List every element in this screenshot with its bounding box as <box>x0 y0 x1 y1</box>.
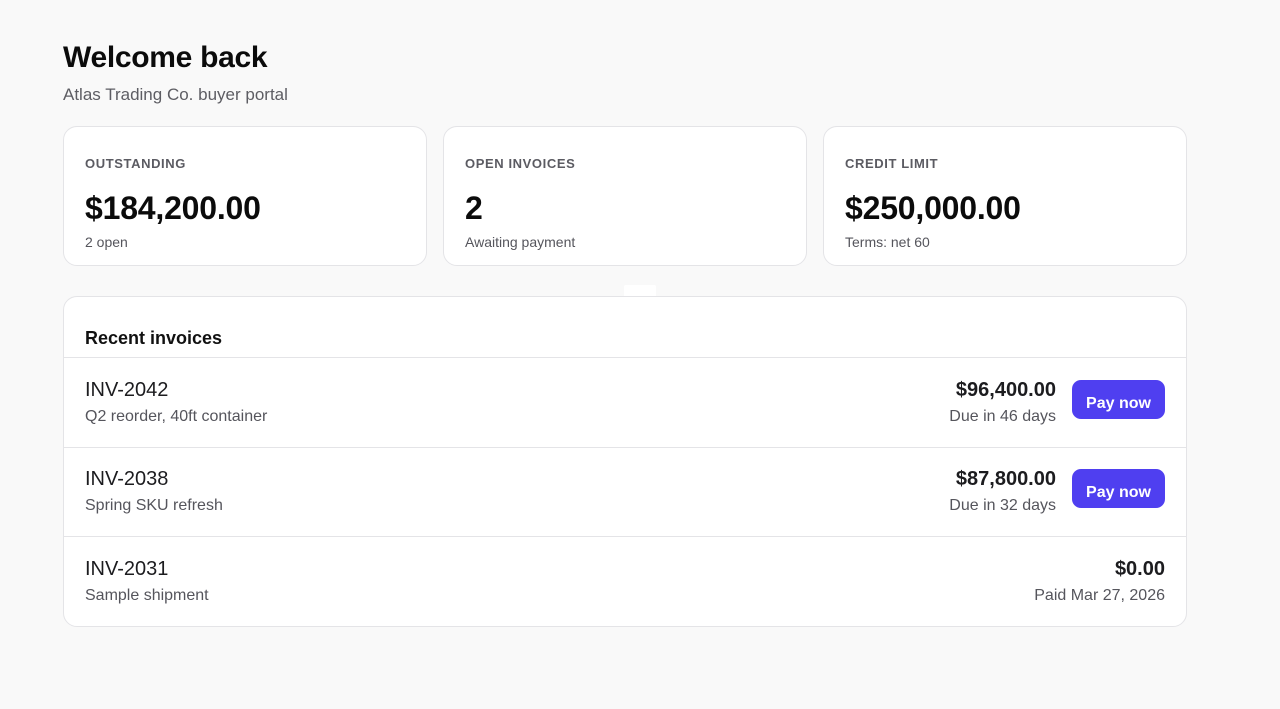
page-subtitle: Atlas Trading Co. buyer portal <box>63 85 288 104</box>
section-title: Recent invoices <box>64 297 1186 358</box>
stat-value: 2 <box>465 190 483 226</box>
stat-card-open-invoices: OPEN INVOICES 2 Awaiting payment <box>443 126 807 266</box>
stat-value: $184,200.00 <box>85 190 261 226</box>
invoice-id: INV-2031 <box>85 558 169 581</box>
invoice-description: Q2 reorder, 40ft container <box>85 407 268 425</box>
recent-invoices-card: Recent invoices INV-2042 Q2 reorder, 40f… <box>63 296 1187 627</box>
invoice-description: Sample shipment <box>85 587 209 605</box>
invoice-amount-block: $96,400.00 Due in 46 days <box>949 378 1056 427</box>
invoice-id: INV-2038 <box>85 468 169 491</box>
stat-subtext: Awaiting payment <box>465 234 576 250</box>
page-header: Welcome back Atlas Trading Co. buyer por… <box>63 40 288 106</box>
pay-now-button[interactable]: Pay now <box>1072 379 1165 419</box>
invoice-amount-block: $0.00 Paid Mar 27, 2026 <box>1034 557 1165 606</box>
stat-label: OPEN INVOICES <box>465 156 576 171</box>
stat-label: OUTSTANDING <box>85 156 186 171</box>
invoice-amount-block: $87,800.00 Due in 32 days <box>949 467 1056 516</box>
invoice-status: Due in 46 days <box>949 407 1056 425</box>
stat-subtext: Terms: net 60 <box>845 234 930 250</box>
invoice-amount: $87,800.00 <box>955 468 1056 491</box>
stat-subtext: 2 open <box>85 234 128 250</box>
page-title: Welcome back <box>63 41 268 74</box>
invoice-amount: $0.00 <box>1114 558 1165 581</box>
invoice-row: INV-2042 Q2 reorder, 40ft container $96,… <box>64 358 1186 448</box>
stats-row: OUTSTANDING $184,200.00 2 open OPEN INVO… <box>63 126 1187 266</box>
stat-label: CREDIT LIMIT <box>845 156 939 171</box>
pay-now-button[interactable]: Pay now <box>1072 469 1165 509</box>
invoice-description: Spring SKU refresh <box>85 497 223 515</box>
invoice-row: INV-2038 Spring SKU refresh $87,800.00 D… <box>64 448 1186 537</box>
invoice-info: INV-2031 Sample shipment <box>85 557 1034 606</box>
invoice-row: INV-2031 Sample shipment $0.00 Paid Mar … <box>64 537 1186 626</box>
invoice-info: INV-2038 Spring SKU refresh <box>85 467 949 516</box>
invoice-info: INV-2042 Q2 reorder, 40ft container <box>85 378 949 427</box>
invoice-status: Due in 32 days <box>949 497 1056 515</box>
invoice-status: Paid Mar 27, 2026 <box>1034 587 1165 605</box>
stat-card-outstanding: OUTSTANDING $184,200.00 2 open <box>63 126 427 266</box>
page: Welcome back Atlas Trading Co. buyer por… <box>0 0 1280 709</box>
invoice-amount: $96,400.00 <box>955 378 1056 401</box>
invoice-id: INV-2042 <box>85 378 169 401</box>
stat-card-credit-limit: CREDIT LIMIT $250,000.00 Terms: net 60 <box>823 126 1187 266</box>
stat-value: $250,000.00 <box>845 190 1021 226</box>
